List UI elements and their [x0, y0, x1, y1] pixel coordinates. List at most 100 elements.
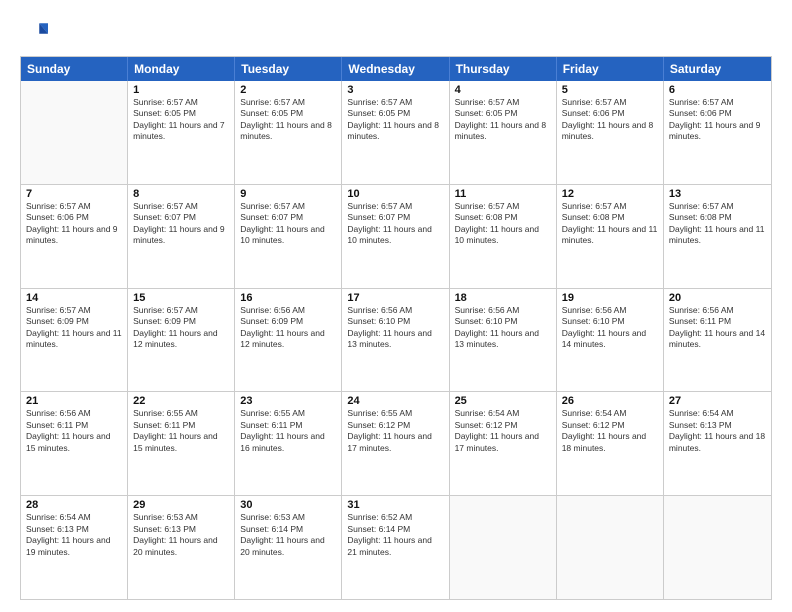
day-number: 30	[240, 499, 336, 511]
day-number: 14	[26, 292, 122, 304]
day-number: 17	[347, 292, 443, 304]
header-day-saturday: Saturday	[664, 57, 771, 81]
calendar-cell: 31Sunrise: 6:52 AM Sunset: 6:14 PM Dayli…	[342, 496, 449, 599]
header	[20, 18, 772, 46]
cell-info: Sunrise: 6:53 AM Sunset: 6:14 PM Dayligh…	[240, 512, 336, 558]
day-number: 7	[26, 188, 122, 200]
calendar-cell: 14Sunrise: 6:57 AM Sunset: 6:09 PM Dayli…	[21, 289, 128, 392]
day-number: 2	[240, 84, 336, 96]
header-day-tuesday: Tuesday	[235, 57, 342, 81]
calendar-header: SundayMondayTuesdayWednesdayThursdayFrid…	[21, 57, 771, 81]
day-number: 26	[562, 395, 658, 407]
day-number: 8	[133, 188, 229, 200]
calendar: SundayMondayTuesdayWednesdayThursdayFrid…	[20, 56, 772, 600]
calendar-cell: 6Sunrise: 6:57 AM Sunset: 6:06 PM Daylig…	[664, 81, 771, 184]
day-number: 29	[133, 499, 229, 511]
cell-info: Sunrise: 6:53 AM Sunset: 6:13 PM Dayligh…	[133, 512, 229, 558]
calendar-cell: 28Sunrise: 6:54 AM Sunset: 6:13 PM Dayli…	[21, 496, 128, 599]
calendar-cell: 30Sunrise: 6:53 AM Sunset: 6:14 PM Dayli…	[235, 496, 342, 599]
cell-info: Sunrise: 6:56 AM Sunset: 6:11 PM Dayligh…	[669, 305, 766, 351]
cell-info: Sunrise: 6:57 AM Sunset: 6:09 PM Dayligh…	[133, 305, 229, 351]
calendar-cell: 19Sunrise: 6:56 AM Sunset: 6:10 PM Dayli…	[557, 289, 664, 392]
cell-info: Sunrise: 6:57 AM Sunset: 6:06 PM Dayligh…	[562, 97, 658, 143]
cell-info: Sunrise: 6:54 AM Sunset: 6:13 PM Dayligh…	[26, 512, 122, 558]
cell-info: Sunrise: 6:55 AM Sunset: 6:12 PM Dayligh…	[347, 408, 443, 454]
calendar-cell: 24Sunrise: 6:55 AM Sunset: 6:12 PM Dayli…	[342, 392, 449, 495]
logo-icon	[20, 18, 48, 46]
day-number: 9	[240, 188, 336, 200]
day-number: 1	[133, 84, 229, 96]
calendar-cell: 25Sunrise: 6:54 AM Sunset: 6:12 PM Dayli…	[450, 392, 557, 495]
cell-info: Sunrise: 6:56 AM Sunset: 6:10 PM Dayligh…	[347, 305, 443, 351]
calendar-week-1: 1Sunrise: 6:57 AM Sunset: 6:05 PM Daylig…	[21, 81, 771, 184]
cell-info: Sunrise: 6:57 AM Sunset: 6:07 PM Dayligh…	[347, 201, 443, 247]
calendar-cell: 7Sunrise: 6:57 AM Sunset: 6:06 PM Daylig…	[21, 185, 128, 288]
day-number: 3	[347, 84, 443, 96]
day-number: 31	[347, 499, 443, 511]
calendar-cell: 16Sunrise: 6:56 AM Sunset: 6:09 PM Dayli…	[235, 289, 342, 392]
calendar-cell: 3Sunrise: 6:57 AM Sunset: 6:05 PM Daylig…	[342, 81, 449, 184]
day-number: 13	[669, 188, 766, 200]
calendar-cell: 15Sunrise: 6:57 AM Sunset: 6:09 PM Dayli…	[128, 289, 235, 392]
day-number: 15	[133, 292, 229, 304]
header-day-thursday: Thursday	[450, 57, 557, 81]
calendar-cell: 29Sunrise: 6:53 AM Sunset: 6:13 PM Dayli…	[128, 496, 235, 599]
cell-info: Sunrise: 6:57 AM Sunset: 6:08 PM Dayligh…	[669, 201, 766, 247]
calendar-week-3: 14Sunrise: 6:57 AM Sunset: 6:09 PM Dayli…	[21, 288, 771, 392]
calendar-cell: 2Sunrise: 6:57 AM Sunset: 6:05 PM Daylig…	[235, 81, 342, 184]
calendar-cell: 12Sunrise: 6:57 AM Sunset: 6:08 PM Dayli…	[557, 185, 664, 288]
calendar-cell: 23Sunrise: 6:55 AM Sunset: 6:11 PM Dayli…	[235, 392, 342, 495]
calendar-cell: 5Sunrise: 6:57 AM Sunset: 6:06 PM Daylig…	[557, 81, 664, 184]
cell-info: Sunrise: 6:57 AM Sunset: 6:06 PM Dayligh…	[669, 97, 766, 143]
cell-info: Sunrise: 6:57 AM Sunset: 6:06 PM Dayligh…	[26, 201, 122, 247]
day-number: 20	[669, 292, 766, 304]
day-number: 16	[240, 292, 336, 304]
day-number: 12	[562, 188, 658, 200]
calendar-cell	[450, 496, 557, 599]
cell-info: Sunrise: 6:57 AM Sunset: 6:07 PM Dayligh…	[240, 201, 336, 247]
cell-info: Sunrise: 6:54 AM Sunset: 6:12 PM Dayligh…	[562, 408, 658, 454]
day-number: 10	[347, 188, 443, 200]
header-day-friday: Friday	[557, 57, 664, 81]
day-number: 11	[455, 188, 551, 200]
cell-info: Sunrise: 6:55 AM Sunset: 6:11 PM Dayligh…	[133, 408, 229, 454]
header-day-sunday: Sunday	[21, 57, 128, 81]
calendar-cell: 9Sunrise: 6:57 AM Sunset: 6:07 PM Daylig…	[235, 185, 342, 288]
cell-info: Sunrise: 6:56 AM Sunset: 6:10 PM Dayligh…	[562, 305, 658, 351]
header-day-wednesday: Wednesday	[342, 57, 449, 81]
calendar-week-2: 7Sunrise: 6:57 AM Sunset: 6:06 PM Daylig…	[21, 184, 771, 288]
cell-info: Sunrise: 6:57 AM Sunset: 6:08 PM Dayligh…	[562, 201, 658, 247]
cell-info: Sunrise: 6:54 AM Sunset: 6:13 PM Dayligh…	[669, 408, 766, 454]
cell-info: Sunrise: 6:56 AM Sunset: 6:10 PM Dayligh…	[455, 305, 551, 351]
calendar-cell: 26Sunrise: 6:54 AM Sunset: 6:12 PM Dayli…	[557, 392, 664, 495]
calendar-cell: 8Sunrise: 6:57 AM Sunset: 6:07 PM Daylig…	[128, 185, 235, 288]
day-number: 5	[562, 84, 658, 96]
day-number: 18	[455, 292, 551, 304]
cell-info: Sunrise: 6:57 AM Sunset: 6:05 PM Dayligh…	[133, 97, 229, 143]
calendar-cell: 27Sunrise: 6:54 AM Sunset: 6:13 PM Dayli…	[664, 392, 771, 495]
cell-info: Sunrise: 6:54 AM Sunset: 6:12 PM Dayligh…	[455, 408, 551, 454]
day-number: 28	[26, 499, 122, 511]
page: SundayMondayTuesdayWednesdayThursdayFrid…	[0, 0, 792, 612]
day-number: 19	[562, 292, 658, 304]
cell-info: Sunrise: 6:56 AM Sunset: 6:09 PM Dayligh…	[240, 305, 336, 351]
calendar-week-5: 28Sunrise: 6:54 AM Sunset: 6:13 PM Dayli…	[21, 495, 771, 599]
calendar-cell: 21Sunrise: 6:56 AM Sunset: 6:11 PM Dayli…	[21, 392, 128, 495]
calendar-cell: 18Sunrise: 6:56 AM Sunset: 6:10 PM Dayli…	[450, 289, 557, 392]
calendar-cell: 22Sunrise: 6:55 AM Sunset: 6:11 PM Dayli…	[128, 392, 235, 495]
calendar-body: 1Sunrise: 6:57 AM Sunset: 6:05 PM Daylig…	[21, 81, 771, 599]
calendar-week-4: 21Sunrise: 6:56 AM Sunset: 6:11 PM Dayli…	[21, 391, 771, 495]
header-day-monday: Monday	[128, 57, 235, 81]
day-number: 24	[347, 395, 443, 407]
calendar-cell: 10Sunrise: 6:57 AM Sunset: 6:07 PM Dayli…	[342, 185, 449, 288]
day-number: 6	[669, 84, 766, 96]
day-number: 4	[455, 84, 551, 96]
cell-info: Sunrise: 6:57 AM Sunset: 6:09 PM Dayligh…	[26, 305, 122, 351]
cell-info: Sunrise: 6:57 AM Sunset: 6:08 PM Dayligh…	[455, 201, 551, 247]
calendar-cell	[21, 81, 128, 184]
day-number: 21	[26, 395, 122, 407]
calendar-cell	[557, 496, 664, 599]
cell-info: Sunrise: 6:52 AM Sunset: 6:14 PM Dayligh…	[347, 512, 443, 558]
day-number: 23	[240, 395, 336, 407]
calendar-cell: 4Sunrise: 6:57 AM Sunset: 6:05 PM Daylig…	[450, 81, 557, 184]
